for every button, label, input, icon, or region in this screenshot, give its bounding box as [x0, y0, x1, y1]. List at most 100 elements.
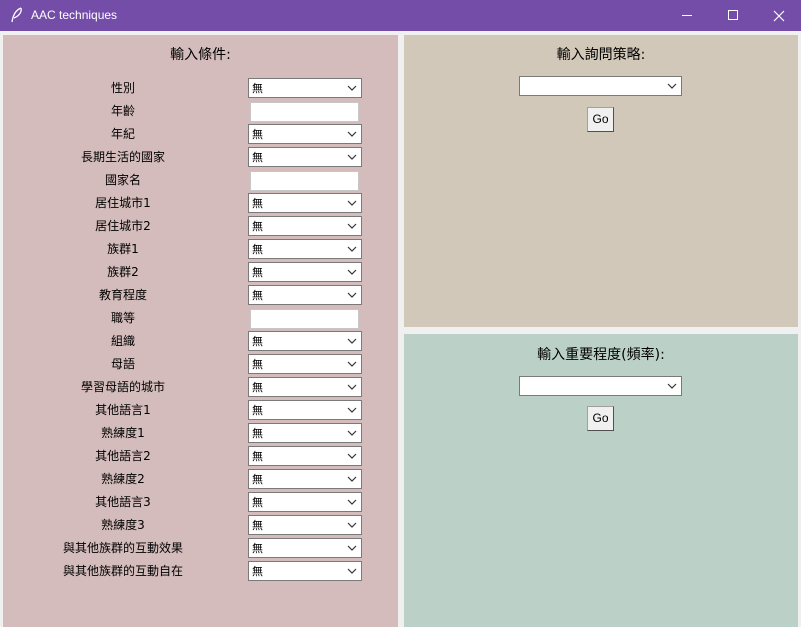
condition-label: 組織 — [110, 334, 135, 348]
condition-entry[interactable] — [250, 309, 359, 329]
condition-label: 職等 — [110, 311, 135, 325]
condition-select-value: 無 — [252, 128, 263, 141]
condition-label: 熟練度2 — [101, 472, 145, 486]
condition-select-value: 無 — [252, 243, 263, 256]
conditions-heading: 輸入條件: — [170, 47, 231, 63]
chevron-down-icon — [347, 545, 357, 551]
chevron-down-icon — [347, 223, 357, 229]
condition-label: 與其他族群的互動自在 — [62, 564, 183, 578]
maximize-icon — [727, 10, 739, 21]
condition-label: 性別 — [110, 81, 135, 95]
strategy-heading: 輸入詢問策略: — [556, 47, 646, 63]
importance-heading: 輸入重要程度(頻率): — [537, 347, 665, 363]
condition-select-value: 無 — [252, 473, 263, 486]
condition-select[interactable]: 無 — [248, 78, 362, 98]
condition-select[interactable]: 無 — [248, 469, 362, 489]
condition-select[interactable]: 無 — [248, 262, 362, 282]
condition-select-value: 無 — [252, 358, 263, 371]
title-bar[interactable]: AAC techniques — [0, 0, 801, 31]
condition-select[interactable]: 無 — [248, 147, 362, 167]
condition-select-value: 無 — [252, 82, 263, 95]
condition-select-value: 無 — [252, 381, 263, 394]
condition-label: 國家名 — [104, 173, 141, 187]
condition-label: 與其他族群的互動效果 — [62, 541, 183, 555]
chevron-down-icon — [347, 361, 357, 367]
importance-select[interactable] — [519, 376, 682, 396]
condition-label: 年紀 — [110, 127, 135, 141]
conditions-panel: 輸入條件: 性別無年齡 年紀無長期生活的國家無國家名 居住城市1 無居住城市2 無族群1… — [3, 35, 398, 627]
chevron-down-icon — [347, 131, 357, 137]
condition-select-value: 無 — [252, 151, 263, 164]
condition-entry[interactable] — [250, 102, 359, 122]
condition-select[interactable]: 無 — [248, 285, 362, 305]
condition-select[interactable]: 無 — [248, 423, 362, 443]
minimize-button[interactable] — [664, 0, 710, 31]
condition-select[interactable]: 無 — [248, 216, 362, 236]
chevron-down-icon — [347, 499, 357, 505]
condition-label: 長期生活的國家 — [80, 150, 165, 164]
strategy-go-button[interactable]: Go — [587, 107, 614, 132]
condition-label: 母語 — [110, 357, 135, 371]
condition-select[interactable]: 無 — [248, 239, 362, 259]
condition-select-value: 無 — [252, 450, 263, 463]
condition-entry[interactable] — [250, 171, 359, 191]
condition-label: 族群2 — [107, 265, 139, 279]
chevron-down-icon — [347, 430, 357, 436]
chevron-down-icon — [347, 246, 357, 252]
maximize-button[interactable] — [710, 0, 756, 31]
condition-select[interactable]: 無 — [248, 538, 362, 558]
condition-label: 熟練度1 — [101, 426, 145, 440]
close-icon — [773, 10, 785, 22]
condition-select[interactable]: 無 — [248, 193, 362, 213]
chevron-down-icon — [667, 383, 677, 389]
condition-select[interactable]: 無 — [248, 515, 362, 535]
chevron-down-icon — [347, 85, 357, 91]
condition-select[interactable]: 無 — [248, 354, 362, 374]
condition-label: 居住城市2 — [95, 219, 151, 233]
chevron-down-icon — [347, 269, 357, 275]
condition-select[interactable]: 無 — [248, 492, 362, 512]
condition-select-value: 無 — [252, 197, 263, 210]
condition-select[interactable]: 無 — [248, 124, 362, 144]
condition-label: 教育程度 — [98, 288, 147, 302]
chevron-down-icon — [347, 522, 357, 528]
condition-select[interactable]: 無 — [248, 446, 362, 466]
strategy-panel: 輸入詢問策略: Go — [404, 35, 798, 327]
chevron-down-icon — [667, 83, 677, 89]
condition-label: 年齡 — [110, 104, 135, 118]
importance-go-button[interactable]: Go — [587, 406, 614, 431]
chevron-down-icon — [347, 338, 357, 344]
strategy-select[interactable] — [519, 76, 682, 96]
condition-select[interactable]: 無 — [248, 400, 362, 420]
chevron-down-icon — [347, 476, 357, 482]
condition-select-value: 無 — [252, 496, 263, 509]
condition-select-value: 無 — [252, 427, 263, 440]
condition-label: 學習母語的城市 — [80, 380, 165, 394]
condition-select[interactable]: 無 — [248, 377, 362, 397]
chevron-down-icon — [347, 568, 357, 574]
importance-panel: 輸入重要程度(頻率): Go — [404, 334, 798, 627]
condition-label: 居住城市1 — [95, 196, 151, 210]
condition-select-value: 無 — [252, 289, 263, 302]
condition-label: 熟練度3 — [101, 518, 145, 532]
condition-label: 其他語言2 — [95, 449, 151, 463]
chevron-down-icon — [347, 453, 357, 459]
chevron-down-icon — [347, 200, 357, 206]
feather-icon — [10, 7, 24, 23]
condition-select[interactable]: 無 — [248, 561, 362, 581]
condition-select-value: 無 — [252, 335, 263, 348]
condition-select-value: 無 — [252, 542, 263, 555]
condition-label: 其他語言3 — [95, 495, 151, 509]
chevron-down-icon — [347, 384, 357, 390]
chevron-down-icon — [347, 292, 357, 298]
condition-label: 族群1 — [107, 242, 139, 256]
condition-select-value: 無 — [252, 565, 263, 578]
condition-select-value: 無 — [252, 519, 263, 532]
condition-select-value: 無 — [252, 404, 263, 417]
chevron-down-icon — [347, 407, 357, 413]
window-title: AAC techniques — [31, 8, 118, 22]
close-button[interactable] — [756, 0, 801, 31]
condition-select-value: 無 — [252, 266, 263, 279]
minimize-icon — [681, 10, 693, 21]
condition-select[interactable]: 無 — [248, 331, 362, 351]
